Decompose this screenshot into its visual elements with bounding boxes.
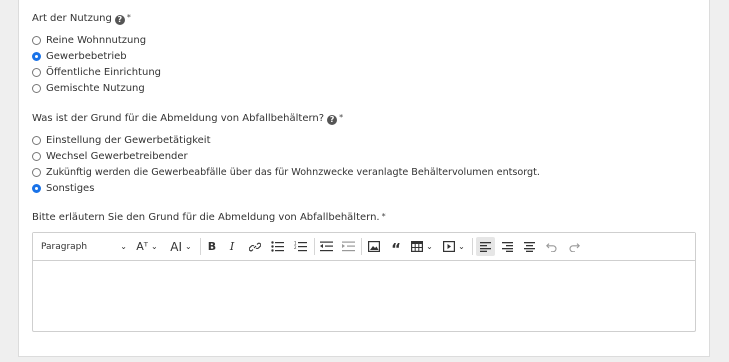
chevron-down-icon: ⌄ — [458, 242, 465, 251]
radio-button-icon[interactable] — [32, 67, 41, 77]
media-icon — [443, 241, 456, 252]
toolbar-separator — [361, 238, 362, 255]
toolbar-separator — [314, 238, 315, 255]
radio-button-icon[interactable] — [32, 35, 41, 45]
radio-label: Gemischte Nutzung — [46, 82, 145, 94]
radio-option-gewerbebetrieb[interactable]: Gewerbebetrieb — [32, 49, 127, 63]
radio-label: Zukünftig werden die Gewerbeabfälle über… — [46, 166, 540, 178]
question-text: Was ist der Grund für die Abmeldung von … — [32, 113, 325, 124]
font-family-dropdown[interactable]: AI ⌄ — [167, 237, 195, 256]
font-family-icon: AI — [170, 239, 183, 254]
question-label-usage-type: Art der Nutzung? * — [32, 13, 131, 25]
numbered-list-button[interactable]: 12 — [290, 237, 310, 256]
chevron-down-icon: ⌄ — [185, 242, 192, 251]
italic-button[interactable]: I — [223, 237, 241, 256]
required-marker: * — [381, 212, 386, 221]
indent-icon — [341, 241, 355, 252]
chevron-down-icon: ⌄ — [120, 242, 127, 251]
radio-button-icon[interactable] — [32, 83, 41, 93]
insert-media-dropdown[interactable]: ⌄ — [441, 237, 467, 256]
radio-option-sonstiges[interactable]: Sonstiges — [32, 181, 94, 195]
undo-button[interactable] — [542, 237, 561, 256]
radio-label: Reine Wohnnutzung — [46, 34, 147, 46]
radio-option-oeffentliche-einrichtung[interactable]: Öffentliche Einrichtung — [32, 65, 161, 79]
align-left-button[interactable] — [476, 237, 495, 256]
paragraph-format-dropdown[interactable]: Paragraph ⌄ — [41, 237, 127, 256]
radio-label: Einstellung der Gewerbetätigkeit — [46, 134, 211, 146]
radio-button-icon[interactable] — [32, 151, 41, 161]
rich-text-editor: Paragraph ⌄ Aᵀ ⌄ AI ⌄ B I 12 “ ⌄ ⌄ — [32, 232, 696, 332]
chevron-down-icon: ⌄ — [426, 242, 433, 251]
table-icon — [411, 241, 424, 252]
svg-text:2: 2 — [294, 245, 297, 250]
block-quote-button[interactable]: “ — [387, 237, 405, 258]
radio-button-selected-icon[interactable] — [32, 183, 41, 193]
link-button[interactable] — [246, 237, 264, 256]
radio-label: Gewerbebetrieb — [46, 50, 127, 62]
bold-icon: B — [207, 240, 217, 253]
bulleted-list-button[interactable] — [267, 237, 287, 256]
required-marker: * — [339, 113, 344, 122]
image-icon — [368, 241, 380, 252]
radio-button-icon[interactable] — [32, 135, 41, 145]
radio-option-gemischte-nutzung[interactable]: Gemischte Nutzung — [32, 81, 145, 95]
numbered-list-icon: 12 — [294, 241, 307, 252]
align-right-icon — [502, 241, 513, 252]
outdent-button[interactable] — [317, 237, 335, 256]
radio-label: Öffentliche Einrichtung — [46, 66, 161, 78]
quote-icon: “ — [391, 240, 401, 258]
radio-label: Sonstiges — [46, 182, 95, 194]
font-size-dropdown[interactable]: Aᵀ ⌄ — [135, 237, 159, 256]
font-size-icon: Aᵀ — [136, 240, 149, 253]
undo-icon — [545, 242, 556, 252]
question-label-reason: Was ist der Grund für die Abmeldung von … — [32, 113, 343, 125]
paragraph-label: Paragraph — [41, 241, 88, 252]
required-marker: * — [126, 13, 131, 22]
italic-icon: I — [229, 240, 235, 253]
editor-content-area[interactable] — [33, 261, 695, 331]
toolbar-separator — [200, 238, 201, 255]
link-icon — [249, 242, 261, 251]
radio-option-zukuenftig[interactable]: Zukünftig werden die Gewerbeabfälle über… — [32, 165, 540, 179]
help-icon[interactable]: ? — [327, 115, 338, 125]
outdent-icon — [319, 241, 333, 252]
bulleted-list-icon — [270, 241, 284, 252]
align-center-icon — [524, 241, 535, 252]
question-text: Art der Nutzung — [32, 13, 112, 24]
textarea-label: Bitte erläutern Sie den Grund für die Ab… — [32, 212, 386, 223]
textarea-label-text: Bitte erläutern Sie den Grund für die Ab… — [32, 212, 380, 223]
radio-option-einstellung[interactable]: Einstellung der Gewerbetätigkeit — [32, 133, 211, 147]
bold-button[interactable]: B — [203, 237, 221, 256]
align-left-icon — [480, 241, 491, 252]
indent-button[interactable] — [339, 237, 357, 256]
radio-button-selected-icon[interactable] — [32, 51, 41, 61]
chevron-down-icon: ⌄ — [151, 242, 158, 251]
radio-option-reine-wohnnutzung[interactable]: Reine Wohnnutzung — [32, 33, 146, 47]
help-icon[interactable]: ? — [114, 15, 125, 25]
insert-image-button[interactable] — [365, 237, 383, 256]
redo-icon — [569, 242, 580, 252]
radio-button-icon[interactable] — [32, 167, 41, 177]
radio-label: Wechsel Gewerbetreibender — [46, 150, 188, 162]
editor-toolbar: Paragraph ⌄ Aᵀ ⌄ AI ⌄ B I 12 “ ⌄ ⌄ — [33, 233, 695, 261]
toolbar-separator — [472, 238, 473, 255]
insert-table-dropdown[interactable]: ⌄ — [409, 237, 435, 256]
align-center-button[interactable] — [520, 237, 539, 256]
align-right-button[interactable] — [498, 237, 517, 256]
radio-option-wechsel[interactable]: Wechsel Gewerbetreibender — [32, 149, 188, 163]
redo-button[interactable] — [564, 237, 583, 256]
